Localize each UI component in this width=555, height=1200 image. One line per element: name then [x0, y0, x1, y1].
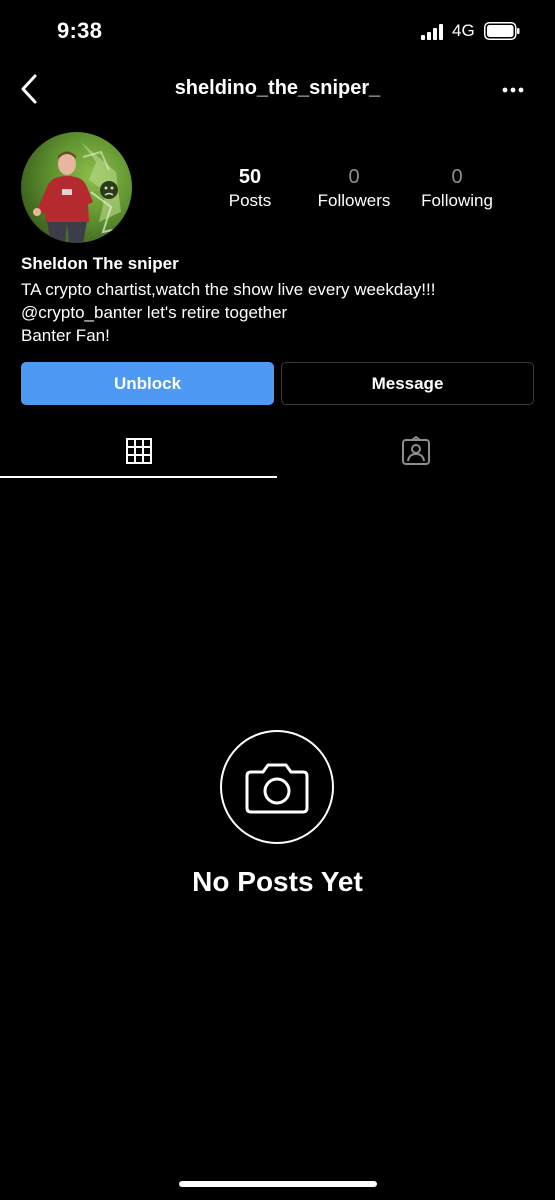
stat-followers-label: Followers [317, 191, 391, 210]
profile-avatar[interactable] [21, 132, 132, 243]
stat-following[interactable]: 0 Following [402, 165, 512, 213]
empty-state-title: No Posts Yet [192, 866, 363, 897]
bio-line: TA crypto chartist,watch the show live e… [21, 280, 436, 299]
status-time: 9:38 [57, 18, 103, 43]
tab-tagged[interactable] [277, 425, 554, 477]
back-chevron-icon[interactable] [18, 72, 44, 106]
stat-posts-label: Posts [228, 191, 272, 210]
bio-line: Banter Fan! [21, 326, 110, 345]
profile-display-name: Sheldon The sniper [21, 254, 179, 273]
unblock-button[interactable]: Unblock [21, 362, 274, 405]
avatar-photo [21, 132, 132, 243]
empty-state-camera [220, 730, 334, 844]
network-label: 4G [452, 21, 475, 40]
more-options-icon[interactable] [500, 80, 526, 100]
profile-username: sheldino_the_sniper_ [174, 77, 381, 99]
stat-posts-count: 50 [238, 166, 262, 188]
stat-followers[interactable]: 0 Followers [299, 165, 409, 213]
grid-icon [125, 438, 152, 464]
home-indicator[interactable] [179, 1181, 377, 1187]
bio-mention-line[interactable]: @crypto_banter let's retire together [21, 301, 287, 324]
battery-icon [484, 22, 520, 40]
active-tab-indicator [0, 476, 277, 478]
stat-followers-count: 0 [348, 166, 360, 188]
stat-following-label: Following [421, 191, 493, 210]
camera-icon [245, 763, 309, 814]
stat-posts[interactable]: 50 Posts [195, 165, 305, 213]
message-button[interactable]: Message [281, 362, 534, 405]
tab-posts-grid[interactable] [0, 425, 277, 477]
signal-icon [421, 24, 443, 40]
stat-following-count: 0 [451, 166, 463, 188]
tagged-icon [401, 436, 430, 465]
